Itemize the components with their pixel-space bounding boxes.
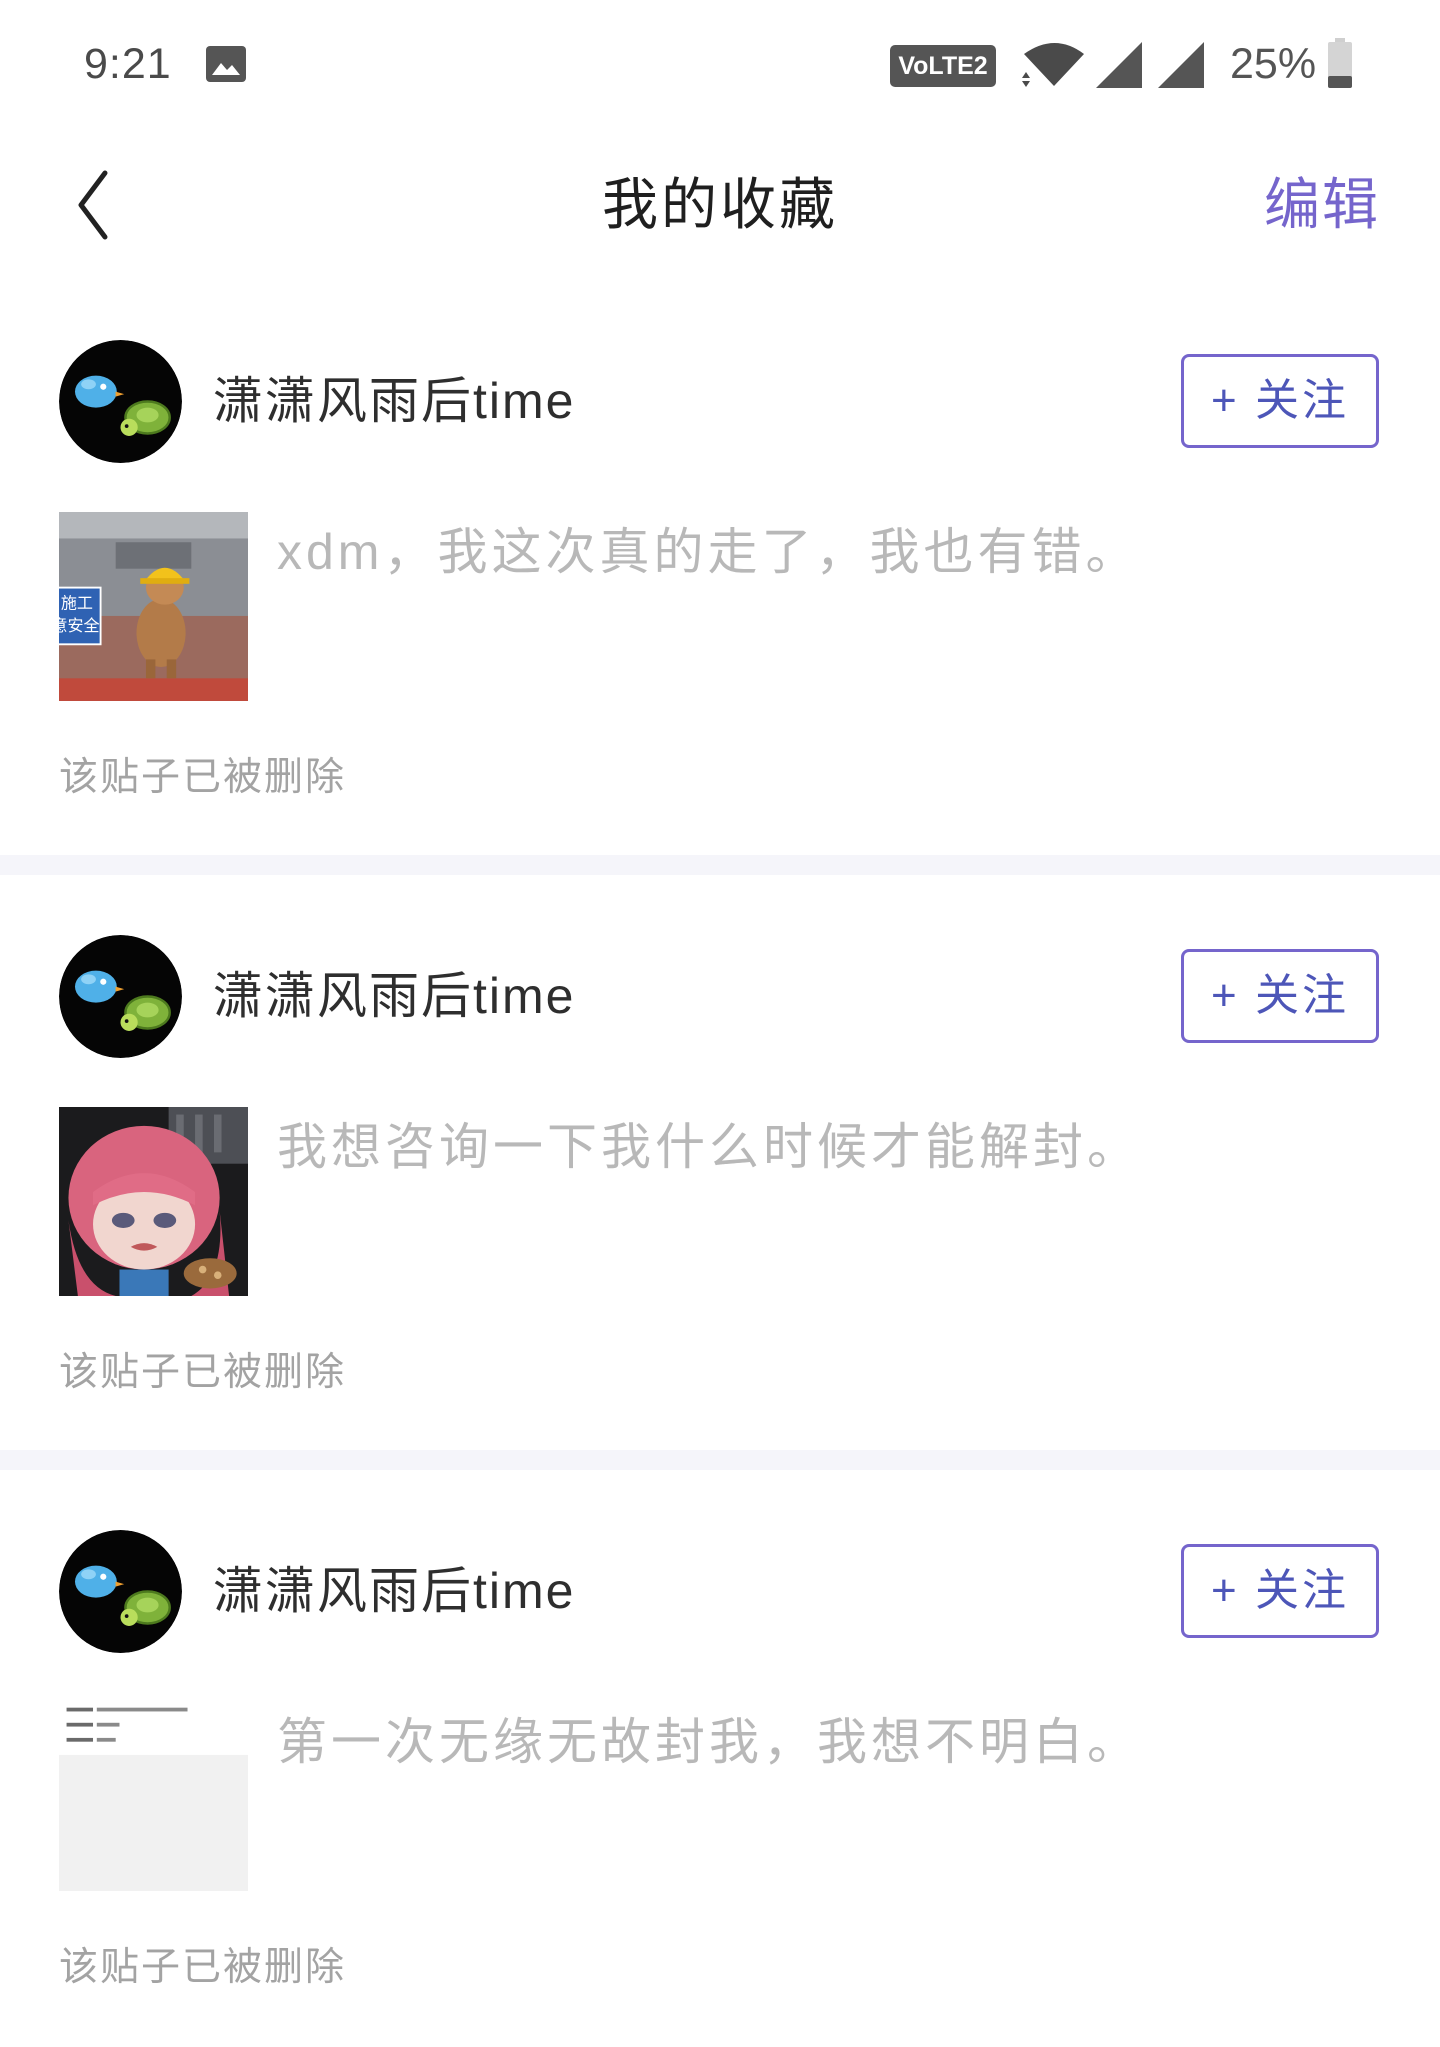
favorite-post-card[interactable]: 潇潇风雨后time + 关注 施工 意安全 xdm，我这次真的走了，我也有错。 … — [0, 280, 1440, 855]
username[interactable]: 潇潇风雨后time — [213, 935, 575, 1058]
avatar[interactable] — [59, 1530, 182, 1653]
follow-button[interactable]: + 关注 — [1181, 354, 1379, 448]
deleted-notice: 该贴子已被删除 — [59, 1351, 347, 1394]
post-text[interactable]: xdm，我这次真的走了，我也有错。 — [277, 512, 1139, 592]
gallery-icon — [206, 46, 246, 82]
avatar[interactable] — [59, 935, 182, 1058]
divider — [0, 1450, 1440, 1470]
page-title: 我的收藏 — [602, 173, 838, 236]
deleted-notice: 该贴子已被删除 — [59, 1946, 347, 1989]
sign-text: 意安全 — [59, 616, 100, 635]
username[interactable]: 潇潇风雨后time — [213, 340, 575, 463]
edit-button[interactable]: 编辑 — [1264, 170, 1380, 240]
sign-text: 施工 — [61, 594, 93, 612]
username[interactable]: 潇潇风雨后time — [213, 1530, 575, 1653]
avatar[interactable] — [59, 340, 182, 463]
follow-button[interactable]: + 关注 — [1181, 949, 1379, 1043]
favorite-post-card[interactable]: 潇潇风雨后time + 关注 第一次无缘无故封我，我想不明白。 该贴子已被删除 — [0, 1470, 1440, 2045]
post-text[interactable]: 第一次无缘无故封我，我想不明白。 — [277, 1702, 1141, 1782]
deleted-notice: 该贴子已被删除 — [59, 756, 347, 799]
battery-percentage: 25% — [1230, 40, 1317, 88]
battery-icon — [1326, 38, 1354, 88]
volte-icon: VoLTE2 — [890, 45, 996, 87]
post-thumbnail[interactable]: 施工 意安全 — [59, 512, 248, 701]
post-thumbnail[interactable] — [59, 1702, 248, 1891]
favorite-post-card[interactable]: 潇潇风雨后time + 关注 我想咨询一下我什么时候才能解封。 该贴子已被删除 — [0, 875, 1440, 1450]
follow-button[interactable]: + 关注 — [1181, 1544, 1379, 1638]
post-text[interactable]: 我想咨询一下我什么时候才能解封。 — [277, 1107, 1141, 1187]
post-thumbnail[interactable] — [59, 1107, 248, 1296]
divider — [0, 855, 1440, 875]
signal-icon — [1096, 42, 1142, 88]
status-time: 9:21 — [84, 40, 172, 88]
signal-icon — [1158, 42, 1204, 88]
wifi-icon — [1020, 40, 1086, 88]
